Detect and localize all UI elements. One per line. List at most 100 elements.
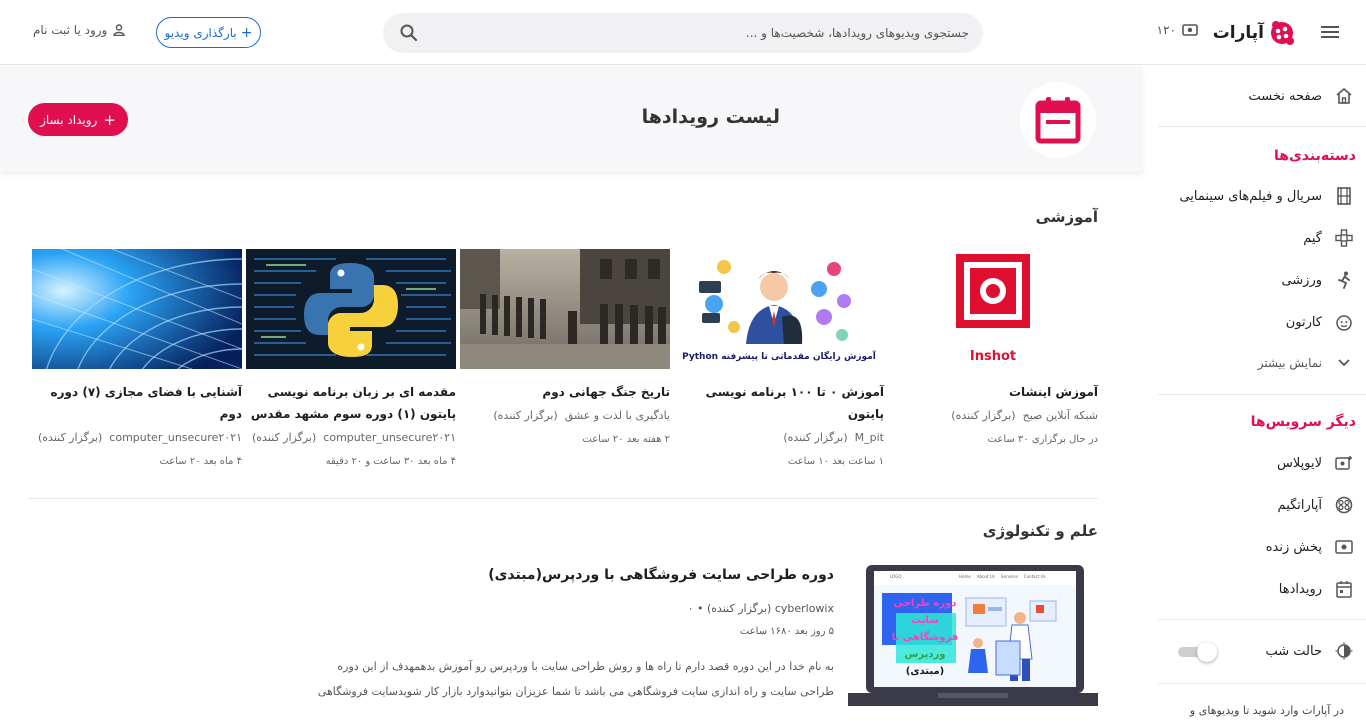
event-time: ۴ ماه بعد ۳۰ ساعت و ۲۰ دقیقه xyxy=(325,456,456,467)
sidebar: صفحه نخست دسته‌بندی‌ها سریال و فیلم‌های … xyxy=(1138,66,1366,728)
user-icon xyxy=(113,24,126,36)
sidebar-item-cartoon[interactable]: کارتون xyxy=(1286,307,1354,337)
organizer-tag: (برگزار کننده) xyxy=(493,409,558,422)
upload-video-button[interactable]: + بارگذاری ویدیو xyxy=(156,17,261,48)
categories-heading: دسته‌بندی‌ها xyxy=(1273,148,1356,164)
inshot-brand-text: Inshot xyxy=(969,349,1017,364)
event-time: ۱ ساعت بعد ۱۰ ساعت xyxy=(787,456,884,467)
thumbnail-nav-item: Contact Us xyxy=(1023,574,1046,579)
show-more-button[interactable]: نمایش بیشتر xyxy=(1258,348,1354,378)
plus-icon: + xyxy=(103,110,116,129)
event-title[interactable]: مقدمه ای بر زبان برنامه نویسی پایتون (۱)… xyxy=(246,381,456,425)
search-bar[interactable] xyxy=(383,13,983,53)
search-icon[interactable] xyxy=(399,23,419,43)
aparat-logo[interactable]: آپارات xyxy=(1213,18,1296,48)
event-thumbnail[interactable] xyxy=(460,249,670,369)
chevron-down-icon xyxy=(1334,353,1354,373)
featured-event-time: ۵ روز بعد ۱۶۸۰ ساعت xyxy=(739,626,834,637)
cyberspace-globe-image xyxy=(32,249,242,369)
events-banner: لیست رویدادها + رویداد بساز xyxy=(0,66,1142,172)
event-thumbnail[interactable]: Inshot xyxy=(888,249,1098,369)
featured-event-thumbnail[interactable]: LOGO Home About Us Services Contact Us د… xyxy=(848,563,1098,706)
organizer-name[interactable]: شبکه آنلاین صبح xyxy=(1023,409,1098,422)
hamburger-menu-icon[interactable] xyxy=(1318,20,1342,44)
live-count[interactable]: ۱۲۰ xyxy=(1157,23,1198,37)
event-card[interactable]: آموزش رایگان مقدماتی تا پیشرفته Python آ… xyxy=(674,249,884,467)
sidebar-item-label: گیم xyxy=(1303,230,1322,246)
thumbnail-logo-text: LOGO xyxy=(890,574,902,579)
event-card[interactable]: تاریخ جنگ جهانی دوم یادگیری با لذت و عشق… xyxy=(460,249,670,445)
event-title[interactable]: آموزش ۰ تا ۱۰۰ برنامه نویسی پایتون xyxy=(674,381,884,425)
search-input[interactable] xyxy=(429,13,969,53)
organizer-name[interactable]: computer_unsecure۲۰۲۱ xyxy=(323,431,456,444)
event-title[interactable]: تاریخ جنگ جهانی دوم xyxy=(460,381,670,403)
featured-event-title[interactable]: دوره طراحی سایت فروشگاهی با وردپرس(مبتدی… xyxy=(488,567,834,583)
sidebar-item-label: لایوپلاس xyxy=(1277,455,1322,471)
thumbnail-caption-line: دوره طراحی سایت xyxy=(893,598,957,626)
sidebar-item-label: ورزشی xyxy=(1281,272,1322,288)
gamepad-icon xyxy=(1334,228,1354,248)
sidebar-item-liveplus[interactable]: لایوپلاس xyxy=(1277,448,1354,478)
sidebar-item-aparatgame[interactable]: آپاراتگیم xyxy=(1278,490,1354,520)
events-calendar-badge xyxy=(1020,82,1096,158)
event-card[interactable]: آشنایی با فضای مجازی (۷) دوره دوم comput… xyxy=(32,249,242,467)
login-label: ورود یا ثبت نام xyxy=(33,23,108,37)
thumbnail-caption-line: وردپرس xyxy=(904,649,946,660)
page-title: لیست رویدادها xyxy=(641,106,780,128)
plus-icon: + xyxy=(240,24,253,41)
event-title[interactable]: آشنایی با فضای مجازی (۷) دوره دوم xyxy=(32,381,242,425)
services-heading: دیگر سرویس‌ها xyxy=(1250,414,1356,430)
organizer-name[interactable]: computer_unsecure۲۰۲۱ xyxy=(109,431,242,444)
sidebar-item-game[interactable]: گیم xyxy=(1303,223,1354,253)
event-time: در حال برگزاری ۳۰ ساعت xyxy=(987,434,1098,445)
create-event-button[interactable]: + رویداد بساز xyxy=(28,103,128,136)
sidebar-item-label: صفحه نخست xyxy=(1248,88,1322,104)
meta-dot: • xyxy=(693,602,704,615)
event-title[interactable]: آموزش اینشات xyxy=(888,381,1098,403)
organizer-tag: (برگزار کننده) xyxy=(707,602,772,615)
sidebar-item-label: پخش زنده xyxy=(1265,539,1322,555)
cartoon-face-icon xyxy=(1334,312,1354,332)
thumbnail-caption: دوره طراحی سایت فروشگاهی با وردپرس (مبتد… xyxy=(882,595,968,680)
section-divider xyxy=(28,498,1098,499)
liveplus-icon xyxy=(1334,453,1354,473)
sidebar-item-live[interactable]: پخش زنده xyxy=(1266,532,1354,562)
upload-video-label: بارگذاری ویدیو xyxy=(164,25,237,40)
aparat-logo-icon xyxy=(1271,21,1294,45)
thumbnail-nav-item: About Us xyxy=(976,574,995,579)
sidebar-divider xyxy=(1158,394,1366,395)
aparatgame-icon xyxy=(1334,495,1354,515)
sidebar-item-events[interactable]: رویدادها xyxy=(1279,574,1354,604)
thumbnail-caption-line: (مبتدی) xyxy=(905,666,945,677)
film-icon xyxy=(1334,186,1354,206)
calendar-icon xyxy=(1035,97,1081,144)
sidebar-item-label: آپاراتگیم xyxy=(1277,497,1322,513)
sidebar-item-home[interactable]: صفحه نخست xyxy=(1249,81,1354,111)
sidebar-item-label: کارتون xyxy=(1285,314,1322,330)
sidebar-item-sports[interactable]: ورزشی xyxy=(1281,265,1354,295)
home-icon xyxy=(1334,86,1354,106)
live-tv-icon xyxy=(1182,24,1198,36)
event-thumbnail[interactable] xyxy=(246,249,456,369)
thumbnail-caption: آموزش رایگان مقدماتی تا پیشرفته Python xyxy=(682,352,876,362)
organizer-name[interactable]: M_pit xyxy=(855,431,884,444)
login-link[interactable]: ورود یا ثبت نام xyxy=(33,23,126,37)
featured-event-organizer: cyberlowix (برگزار کننده) • ۰ xyxy=(688,602,834,615)
event-organizer: شبکه آنلاین صبح (برگزار کننده) xyxy=(888,409,1098,422)
event-thumbnail[interactable] xyxy=(32,249,242,369)
python-code-image xyxy=(246,249,456,369)
event-card[interactable]: مقدمه ای بر زبان برنامه نویسی پایتون (۱)… xyxy=(246,249,456,467)
event-time: ۴ ماه بعد ۲۰ ساعت xyxy=(159,456,242,467)
sidebar-item-series-films[interactable]: سریال و فیلم‌های سینمایی xyxy=(1179,181,1354,211)
thumbnail-nav-menu: Home About Us Services Contact Us xyxy=(959,574,1046,579)
sidebar-divider xyxy=(1158,619,1366,620)
thumbnail-caption-line: فروشگاهی با xyxy=(891,632,959,643)
organizer-name[interactable]: یادگیری با لذت و عشق xyxy=(565,409,670,422)
night-mode-label: حالت شب xyxy=(1265,643,1322,659)
event-card[interactable]: Inshot آموزش اینشات شبکه آنلاین صبح (برگ… xyxy=(888,249,1098,445)
event-thumbnail[interactable]: آموزش رایگان مقدماتی تا پیشرفته Python xyxy=(674,249,884,369)
organizer-name[interactable]: cyberlowix xyxy=(775,602,834,615)
organizer-tag: (برگزار کننده) xyxy=(251,431,317,444)
sidebar-footer-text: در آپارات وارد شوید تا ویدیوهای و xyxy=(1189,704,1344,717)
night-mode-toggle[interactable] xyxy=(1178,642,1218,662)
